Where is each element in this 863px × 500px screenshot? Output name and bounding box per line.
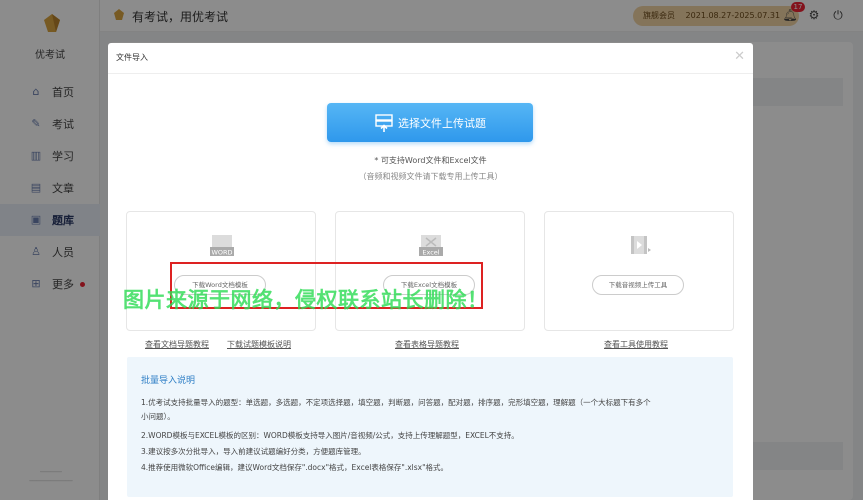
info-title: 批量导入说明	[141, 376, 196, 386]
info-line: 小问题）。	[141, 412, 175, 421]
media-tool-card: 下载音视频上传工具	[544, 211, 734, 331]
file-import-dialog: 文件导入 ✕ 选择文件上传试题 * 可支持Word文件和Excel文件 （音频和…	[108, 43, 753, 500]
excel-import-tutorial-link[interactable]: 查看表格导题教程	[395, 339, 459, 350]
tool-tutorial-link[interactable]: 查看工具使用教程	[604, 339, 668, 350]
supported-formats-hint: * 可支持Word文件和Excel文件	[374, 156, 487, 165]
download-media-tool-button[interactable]: 下载音视频上传工具	[592, 275, 684, 295]
word-file-icon: WORD	[210, 235, 234, 257]
upload-file-icon	[375, 113, 393, 132]
upload-button-label: 选择文件上传试题	[398, 116, 486, 130]
word-import-tutorial-link[interactable]: 查看文档导题教程	[145, 339, 209, 350]
close-icon[interactable]: ✕	[734, 49, 745, 64]
info-line: 4.推荐使用微软Office编辑，建议Word文档保存".docx"格式，Exc…	[141, 463, 449, 472]
upload-questions-button[interactable]: 选择文件上传试题	[327, 103, 533, 142]
watermark-text: 图片来源于网络，侵权联系站长删除！	[123, 288, 489, 312]
info-line: 2.WORD模板与EXCEL模板的区别：WORD模板支持导入图片/音视频/公式，…	[141, 431, 519, 440]
video-file-icon	[631, 236, 651, 254]
template-guide-link[interactable]: 下载试题模板说明	[227, 339, 291, 350]
info-line: 1.优考试支持批量导入的题型：单选题，多选题，不定项选择题，填空题，判断题，问答…	[141, 398, 651, 407]
excel-file-label: Excel	[422, 249, 439, 257]
media-tool-hint: （音频和视频文件请下载专用上传工具）	[358, 172, 503, 181]
info-line: 3.建议按多次分批导入，导入前建议试题编好分类，方便题库管理。	[141, 447, 366, 456]
word-file-label: WORD	[211, 249, 232, 257]
batch-import-info: 批量导入说明 1.优考试支持批量导入的题型：单选题，多选题，不定项选择题，填空题…	[127, 357, 733, 497]
excel-file-icon: Excel	[419, 235, 443, 257]
dialog-title: 文件导入	[116, 53, 148, 62]
divider	[108, 73, 753, 74]
